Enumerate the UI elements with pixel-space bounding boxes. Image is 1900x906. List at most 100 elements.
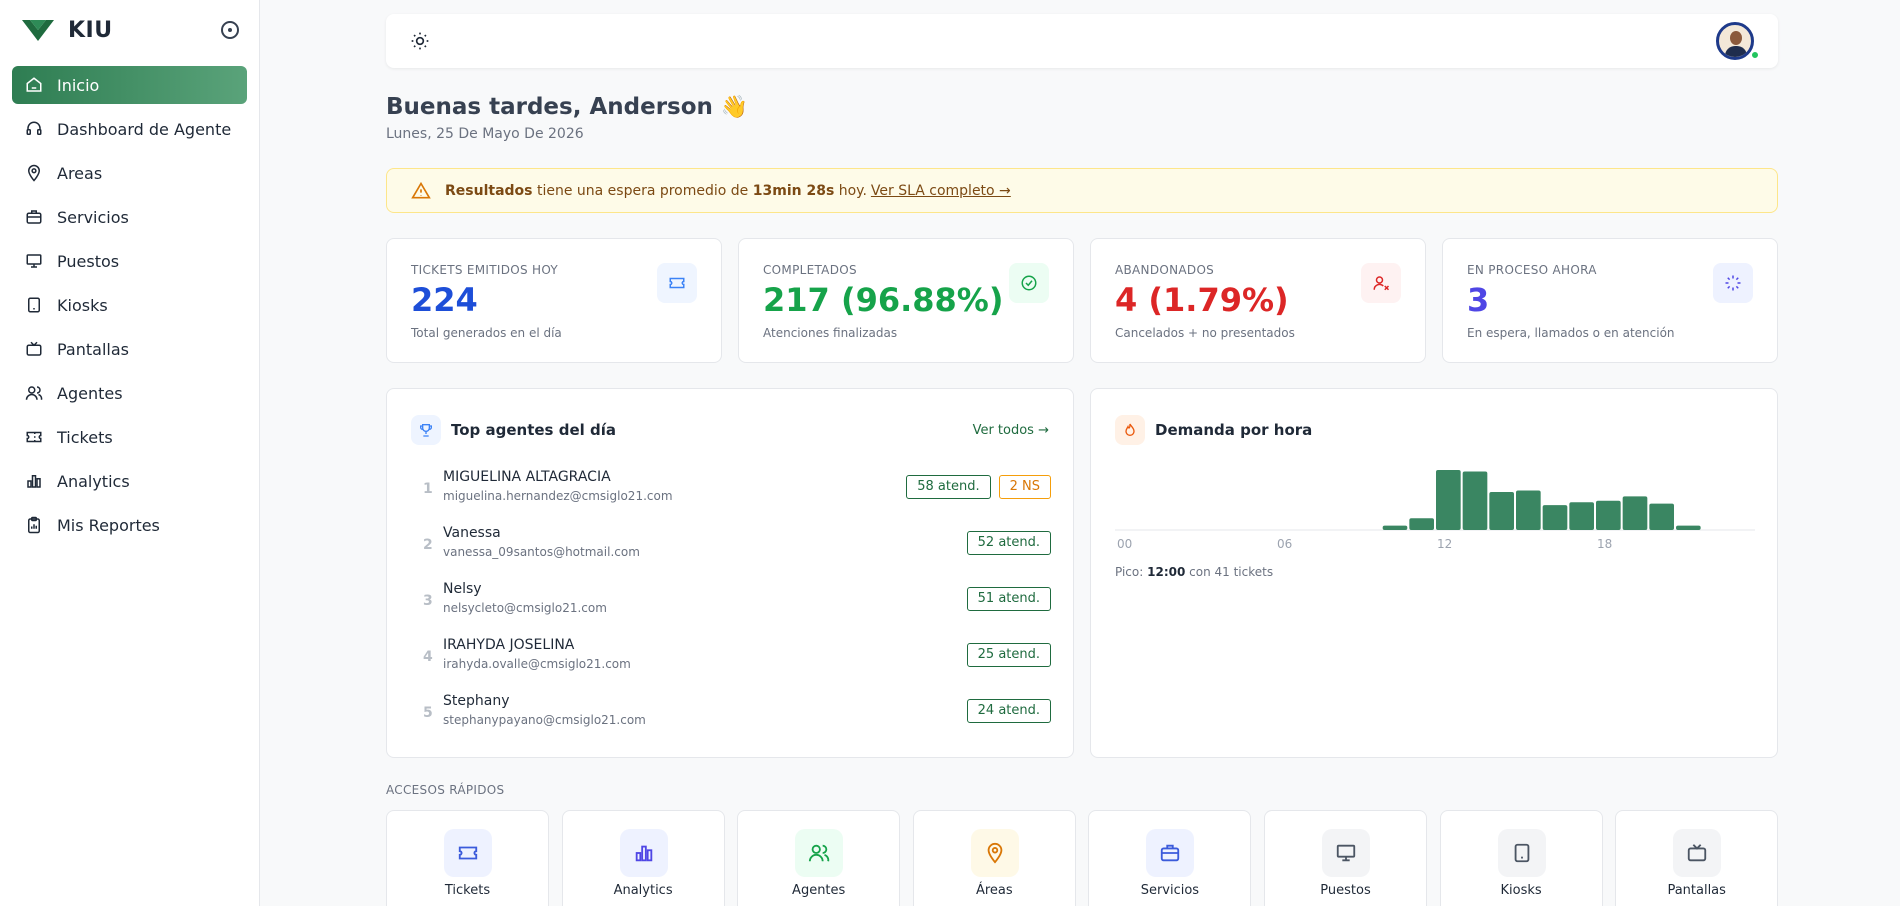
agent-row[interactable]: 2 Vanessa vanessa_09santos@hotmail.com 5…	[411, 525, 1051, 565]
quick-access-label: Analytics	[613, 883, 673, 898]
sidebar-item-puestos[interactable]: Puestos	[12, 242, 247, 280]
stat-sub: Atenciones finalizadas	[763, 326, 898, 341]
theme-toggle-sun-icon[interactable]	[410, 31, 430, 51]
sidebar-item-label: Areas	[57, 163, 103, 183]
quick-access-pantallas[interactable]: Pantallas	[1615, 810, 1779, 906]
sidebar-item-label: Pantallas	[57, 339, 129, 359]
stat-sub: Cancelados + no presentados	[1115, 326, 1295, 341]
agent-row[interactable]: 4 IRAHYDA JOSELINA irahyda.ovalle@cmsigl…	[411, 637, 1051, 677]
chart-bar[interactable]	[1596, 500, 1621, 530]
user-x-icon	[1361, 263, 1401, 303]
quick-access-agentes[interactable]: Agentes	[737, 810, 901, 906]
page-title: Buenas tardes, Anderson 👋	[386, 94, 748, 120]
agent-email: stephanypayano@cmsiglo21.com	[443, 713, 646, 727]
quick-access-label: Áreas	[975, 883, 1013, 898]
alert-suffix: hoy.	[838, 182, 867, 199]
panel-header: Top agentes del día Ver todos →	[387, 389, 1073, 447]
chart-bar[interactable]	[1516, 490, 1541, 530]
agent-row[interactable]: 1 MIGUELINA ALTAGRACIA miguelina.hernand…	[411, 469, 1051, 509]
tv-icon	[26, 341, 42, 356]
sidebar-item-mis-reportes[interactable]: Mis Reportes	[12, 506, 247, 544]
agent-badges: 52 atend.	[966, 531, 1051, 555]
sla-link[interactable]: Ver SLA completo →	[871, 183, 1011, 199]
greeting-text: Buenas tardes, Anderson	[386, 94, 713, 120]
sidebar-item-label: Tickets	[57, 427, 113, 447]
quick-access-label: Tickets	[444, 883, 491, 898]
user-avatar[interactable]	[1716, 22, 1754, 60]
quick-access-tickets[interactable]: Tickets	[386, 810, 549, 906]
agent-name: Stephany	[443, 693, 510, 709]
avatar-face	[1730, 31, 1742, 45]
agent-badges: 51 atend.	[966, 587, 1051, 611]
sidebar-item-inicio[interactable]: Inicio	[12, 66, 247, 104]
sidebar-item-tickets[interactable]: Tickets	[12, 418, 247, 456]
agent-name: MIGUELINA ALTAGRACIA	[443, 469, 611, 485]
quick-access-puestos[interactable]: Puestos	[1264, 810, 1427, 906]
chart-bar[interactable]	[1409, 518, 1434, 530]
briefcase-icon	[1146, 829, 1195, 877]
quick-access-analytics[interactable]: Analytics	[561, 810, 725, 906]
top-agents-panel: Top agentes del día Ver todos → 1 MIGUEL…	[386, 388, 1074, 758]
bar-chart-icon	[27, 475, 41, 488]
kiu-logo-icon	[22, 20, 54, 41]
sidebar-item-pantallas[interactable]: Pantallas	[12, 330, 247, 368]
quick-access-areas[interactable]: Áreas	[912, 810, 1076, 906]
chart-bar[interactable]	[1462, 471, 1488, 530]
chart-bar[interactable]	[1542, 505, 1568, 530]
panel-title: Top agentes del día	[451, 421, 616, 439]
chart-tick-label: 00	[1117, 537, 1132, 551]
chart-bar[interactable]	[1382, 525, 1408, 530]
tablet-icon	[28, 297, 40, 313]
wave-emoji: 👋	[720, 95, 749, 120]
quick-access-title: ACCESOS RÁPIDOS	[386, 783, 505, 797]
arrow-right-icon: →	[1038, 422, 1049, 438]
sidebar-item-dashboard-agente[interactable]: Dashboard de Agente	[12, 110, 247, 148]
ticket-icon	[26, 431, 42, 443]
attended-badge: 24 atend.	[966, 699, 1051, 723]
stat-value: 224	[411, 281, 478, 319]
sidebar-item-label: Puestos	[57, 251, 120, 271]
chart-bar[interactable]	[1622, 496, 1648, 530]
agent-row[interactable]: 5 Stephany stephanypayano@cmsiglo21.com …	[411, 693, 1051, 733]
chart-bar[interactable]	[1676, 525, 1701, 530]
sidebar-item-kiosks[interactable]: Kiosks	[12, 286, 247, 324]
sidebar-item-areas[interactable]: Areas	[12, 154, 247, 192]
chart-bar[interactable]	[1489, 491, 1514, 530]
sidebar-item-agentes[interactable]: Agentes	[12, 374, 247, 412]
chart-tick-label: 18	[1597, 537, 1612, 551]
sidebar-nav: Inicio Dashboard de Agente Areas Servici…	[0, 60, 259, 556]
sidebar-item-label: Inicio	[57, 75, 100, 95]
chart-bar[interactable]	[1569, 502, 1594, 530]
clipboard-icon	[28, 516, 40, 534]
agent-rank: 3	[423, 593, 433, 609]
quick-access-kiosks[interactable]: Kiosks	[1439, 810, 1603, 906]
ver-todos-link[interactable]: Ver todos →	[973, 423, 1049, 438]
chart-bar[interactable]	[1436, 470, 1461, 530]
ver-todos-label: Ver todos	[972, 422, 1034, 438]
monitor-icon	[26, 254, 42, 268]
online-status-dot	[1750, 50, 1760, 60]
collapse-sidebar-icon[interactable]	[221, 21, 239, 39]
quick-access-label: Servicios	[1140, 883, 1200, 898]
sidebar-item-label: Servicios	[57, 207, 129, 227]
tv-icon	[1673, 829, 1722, 877]
headset-icon	[26, 121, 42, 135]
stat-label: TICKETS EMITIDOS HOY	[411, 263, 559, 277]
stat-label: ABANDONADOS	[1115, 263, 1215, 277]
agent-badges: 58 atend. 2 NS	[906, 475, 1051, 499]
current-date: Lunes, 25 De Mayo De 2026	[386, 126, 584, 142]
agent-row[interactable]: 3 Nelsy nelsycleto@cmsiglo21.com 51 aten…	[411, 581, 1051, 621]
sidebar-item-analytics[interactable]: Analytics	[12, 462, 247, 500]
alert-prefix: Resultados	[445, 182, 533, 199]
quick-access-label: Kiosks	[1500, 883, 1542, 898]
chart-bar[interactable]	[1649, 503, 1674, 530]
agent-email: nelsycleto@cmsiglo21.com	[443, 601, 607, 615]
ticket-icon	[444, 829, 492, 877]
map-pin-icon	[970, 829, 1019, 877]
sidebar-item-label: Dashboard de Agente	[57, 119, 232, 139]
quick-access-servicios[interactable]: Servicios	[1088, 810, 1252, 906]
sidebar-item-servicios[interactable]: Servicios	[12, 198, 247, 236]
agent-rank: 1	[423, 481, 433, 497]
demand-panel: Demanda por hora 00 06 12 18 Pico: 12:00 co…	[1090, 388, 1778, 758]
avatar-body	[1725, 46, 1747, 57]
